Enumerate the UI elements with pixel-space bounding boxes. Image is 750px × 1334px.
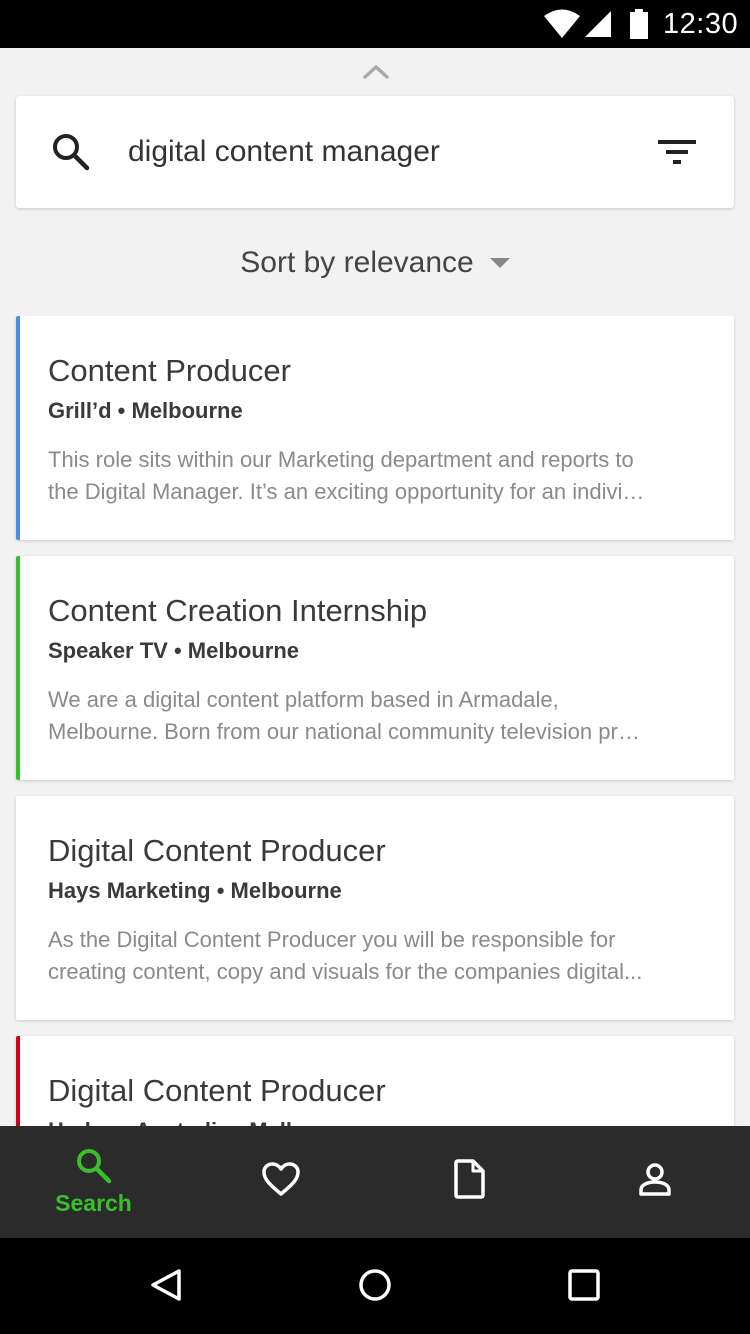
search-input[interactable]: digital content manager [128, 132, 440, 172]
heart-icon [262, 1162, 300, 1196]
signal-icon [585, 11, 611, 37]
job-card[interactable]: Content Creation Internship Speaker TV •… [16, 556, 734, 780]
profile-icon [639, 1163, 671, 1196]
nav-label-search: Search [55, 1190, 132, 1216]
nav-search[interactable]: Search [0, 1126, 187, 1238]
status-bar: 12:30 [0, 0, 750, 48]
card-accent [16, 556, 20, 780]
job-card[interactable]: Content Producer Grill’d • Melbourne Thi… [16, 316, 734, 540]
job-title: Content Creation Internship [48, 593, 428, 628]
nav-saved[interactable] [187, 1126, 374, 1238]
home-icon[interactable] [357, 1267, 393, 1303]
document-icon [454, 1159, 485, 1199]
bottom-nav: Search [0, 1126, 750, 1238]
job-company-location: Hays Marketing • Melbourne [48, 878, 342, 903]
search-bar[interactable]: digital content manager [16, 96, 734, 208]
status-clock: 12:30 [663, 8, 739, 40]
job-snippet: As the Digital Content Producer you will… [48, 924, 703, 988]
wifi-icon [544, 9, 580, 38]
caret-down-icon [489, 258, 510, 268]
system-nav-bar [0, 1238, 750, 1334]
job-card[interactable]: Digital Content Producer Hays Marketing … [16, 796, 734, 1020]
nav-profile[interactable] [561, 1126, 748, 1238]
job-company-location: Speaker TV • Melbourne [48, 638, 299, 663]
results-list[interactable]: Content Producer Grill’d • Melbourne Thi… [0, 316, 750, 1126]
card-accent [16, 1036, 20, 1126]
snippet-line: creating content, copy and visuals for t… [48, 959, 643, 984]
filter-icon[interactable] [657, 138, 697, 168]
nav-applications[interactable] [374, 1126, 561, 1238]
sort-label: Sort by relevance [240, 246, 474, 279]
job-snippet: We are a digital content platform based … [48, 684, 703, 748]
job-card[interactable]: Digital Content Producer Hudson Australi… [16, 1036, 734, 1126]
chevron-up-icon[interactable] [362, 62, 390, 80]
snippet-line: the Digital Manager. It’s an exciting op… [48, 479, 645, 504]
sort-dropdown[interactable]: Sort by relevance [0, 240, 750, 286]
job-title: Digital Content Producer [48, 1073, 386, 1108]
back-icon[interactable] [148, 1267, 184, 1303]
job-company-location: Grill’d • Melbourne [48, 398, 243, 423]
search-icon [77, 1149, 112, 1184]
snippet-line: This role sits within our Marketing depa… [48, 447, 634, 472]
job-title: Digital Content Producer [48, 833, 386, 868]
job-snippet: This role sits within our Marketing depa… [48, 444, 703, 508]
battery-icon [630, 9, 648, 39]
job-title: Content Producer [48, 353, 291, 388]
job-company-location: Hudson Australia • Melbourne [48, 1116, 360, 1126]
snippet-line: We are a digital content platform based … [48, 687, 559, 712]
snippet-line: As the Digital Content Producer you will… [48, 927, 616, 952]
snippet-line: Melbourne. Born from our national commun… [48, 719, 640, 744]
card-accent [16, 316, 20, 540]
recents-icon[interactable] [567, 1268, 601, 1302]
search-icon [53, 134, 90, 171]
